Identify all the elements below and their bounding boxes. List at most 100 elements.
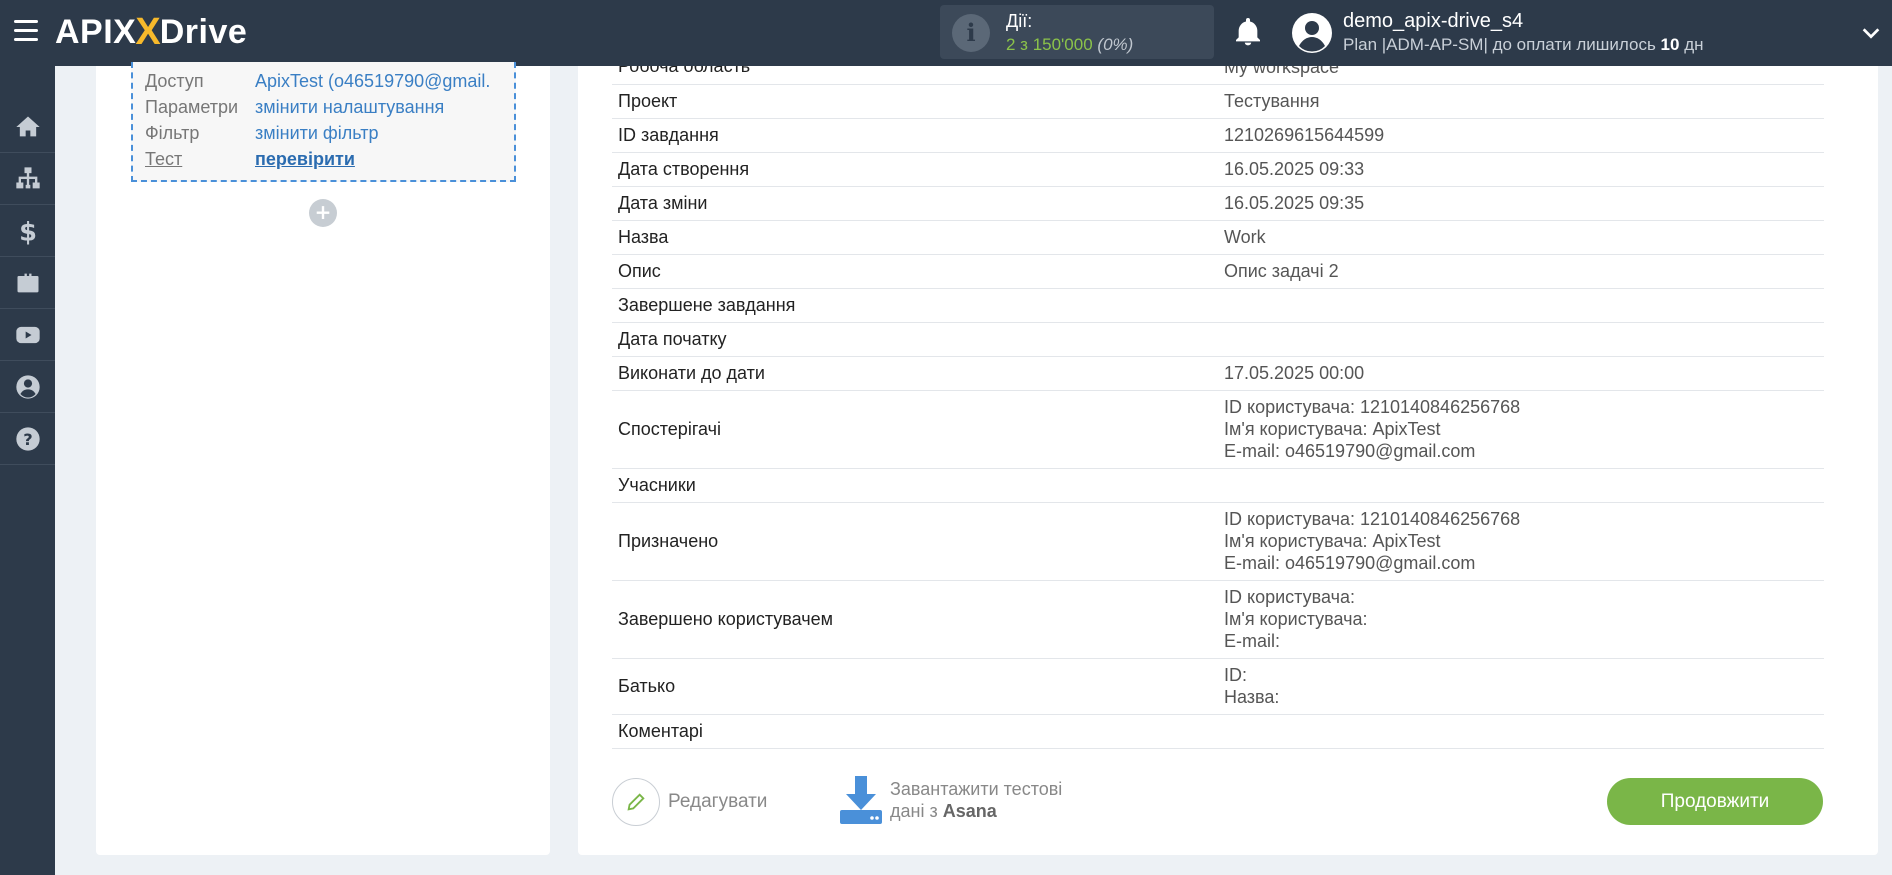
test-link[interactable]: перевірити <box>255 149 355 170</box>
field-value-line: Work <box>1224 227 1266 247</box>
actions-counter[interactable]: i Дії: 2 з 150'000 (0%) <box>940 5 1214 59</box>
sidebar-item-home[interactable] <box>0 102 55 153</box>
table-row: Виконати до дати 17.05.2025 00:00 <box>612 356 1824 391</box>
field-value-line: Ім'я користувача: <box>1224 609 1368 629</box>
field-name: Батько <box>612 658 1218 715</box>
download-icon[interactable] <box>838 776 884 824</box>
edit-button[interactable] <box>612 778 660 826</box>
field-value-line: Ім'я користувача: ApixTest <box>1224 531 1441 551</box>
field-value-line: 1210269615644599 <box>1224 125 1385 145</box>
sidebar-item-video[interactable] <box>0 310 55 361</box>
logo-text-right: Drive <box>159 12 248 51</box>
sidebar: $ ? <box>0 66 55 875</box>
action-bar: Редагувати Завантажити тестові дані з As… <box>612 772 1824 832</box>
bell-icon[interactable] <box>1232 16 1264 48</box>
params-link[interactable]: змінити налаштування <box>255 97 444 118</box>
params-label: Параметри <box>145 97 239 117</box>
field-value-line: Тестування <box>1224 91 1320 111</box>
username[interactable]: demo_apix-drive_s4 <box>1343 10 1523 33</box>
field-value: ID користувача: 1210140846256768 Ім'я кор… <box>1218 390 1824 469</box>
test-data-table: Робоча область My workspace Проект Тестуван… <box>612 66 1824 749</box>
field-value: 1210269615644599 <box>1218 118 1824 153</box>
field-value: ID: Назва: <box>1218 658 1824 715</box>
access-link[interactable]: ApixTest (o46519790@gmail. <box>255 71 490 92</box>
test-label[interactable]: Тест <box>145 149 182 170</box>
table-row: Назва Work <box>612 220 1824 255</box>
plan-info: Plan |ADM-AP-SM| до оплати лишилось 10 д… <box>1343 35 1704 54</box>
field-value-line: E-mail: <box>1224 631 1281 651</box>
field-value-line: ID: <box>1224 665 1248 685</box>
logo-x: X <box>135 10 161 53</box>
download-line1: Завантажити тестові <box>890 779 1063 799</box>
chevron-down-icon[interactable] <box>1860 22 1882 44</box>
field-value: ID користувача: 1210140846256768 Ім'я кор… <box>1218 502 1824 581</box>
sitemap-icon <box>15 167 40 189</box>
field-value: 17.05.2025 00:00 <box>1218 356 1824 391</box>
table-row: Дата зміни 16.05.2025 09:35 <box>612 186 1824 221</box>
menu-toggle-icon[interactable] <box>14 20 38 42</box>
avatar[interactable] <box>1292 13 1332 53</box>
table-row: Учасники <box>612 468 1824 503</box>
sidebar-item-services[interactable] <box>0 258 55 309</box>
field-value: My workspace <box>1218 66 1824 85</box>
continue-button[interactable]: Продовжити <box>1607 778 1823 825</box>
table-row: Проект Тестування <box>612 84 1824 119</box>
sidebar-item-profile[interactable] <box>0 362 55 413</box>
actions-value: 2 з 150'000 (0%) <box>1006 35 1134 54</box>
field-value: 16.05.2025 09:35 <box>1218 186 1824 221</box>
field-value: ID користувача: Ім'я користувача: E-mail: <box>1218 580 1824 659</box>
field-name: Спостерігачі <box>612 390 1218 469</box>
field-value-line: 17.05.2025 00:00 <box>1224 363 1365 383</box>
field-name: Завершене завдання <box>612 288 1218 323</box>
add-step-button[interactable]: + <box>309 199 337 227</box>
field-value <box>1218 288 1824 323</box>
field-value-line: E-mail: o46519790@gmail.com <box>1224 441 1476 461</box>
edit-label[interactable]: Редагувати <box>668 791 767 813</box>
field-name: Проект <box>612 84 1218 119</box>
table-row: Коментарі <box>612 714 1824 749</box>
table-row: Дата створення 16.05.2025 09:33 <box>612 152 1824 187</box>
sidebar-item-connections[interactable] <box>0 154 55 205</box>
table-row: ID завдання 1210269615644599 <box>612 118 1824 153</box>
field-value: Тестування <box>1218 84 1824 119</box>
field-name: Виконати до дати <box>612 356 1218 391</box>
youtube-icon <box>15 326 40 344</box>
field-name: Призначено <box>612 502 1218 581</box>
field-value-line: Назва: <box>1224 687 1280 707</box>
table-row: Робоча область My workspace <box>612 66 1824 85</box>
field-name: Дата початку <box>612 322 1218 357</box>
download-line2: дані з Asana <box>890 801 997 821</box>
field-value-line: Ім'я користувача: ApixTest <box>1224 419 1441 439</box>
help-icon: ? <box>15 427 40 451</box>
svg-text:?: ? <box>23 430 32 449</box>
table-row: Спостерігачі ID користувача: 121014084625… <box>612 390 1824 469</box>
field-value <box>1218 468 1824 503</box>
pencil-icon <box>627 793 645 811</box>
field-name: Дата створення <box>612 152 1218 187</box>
table-row: Завершене завдання <box>612 288 1824 323</box>
actions-label: Дії: <box>1006 11 1033 31</box>
field-value <box>1218 714 1824 749</box>
briefcase-icon <box>17 273 38 293</box>
connection-box: Доступ ApixTest (o46519790@gmail. Параме… <box>131 62 516 182</box>
apixdrive-logo[interactable]: APIX X Drive <box>55 10 248 53</box>
filter-link[interactable]: змінити фільтр <box>255 123 378 144</box>
field-value-line: ID користувача: <box>1224 587 1355 607</box>
field-value <box>1218 322 1824 357</box>
sidebar-item-help[interactable]: ? <box>0 414 55 465</box>
filter-label: Фільтр <box>145 123 200 143</box>
field-name: Назва <box>612 220 1218 255</box>
home-icon <box>15 116 40 137</box>
table-row: Опис Опис задачі 2 <box>612 254 1824 289</box>
field-value: 16.05.2025 09:33 <box>1218 152 1824 187</box>
field-value-line: ID користувача: 1210140846256768 <box>1224 509 1521 529</box>
field-name: Дата зміни <box>612 186 1218 221</box>
download-test-data-link[interactable]: Завантажити тестові дані з Asana <box>890 778 1062 822</box>
info-icon: i <box>952 14 990 52</box>
top-bar: APIX X Drive i Дії: 2 з 150'000 (0%) demo_… <box>0 0 1892 66</box>
field-value: Work <box>1218 220 1824 255</box>
field-value-line: 16.05.2025 09:33 <box>1224 159 1365 179</box>
field-name: Учасники <box>612 468 1218 503</box>
sidebar-item-billing[interactable]: $ <box>0 206 55 257</box>
table-row: Завершено користувачем ID користувача: Ім'… <box>612 580 1824 659</box>
